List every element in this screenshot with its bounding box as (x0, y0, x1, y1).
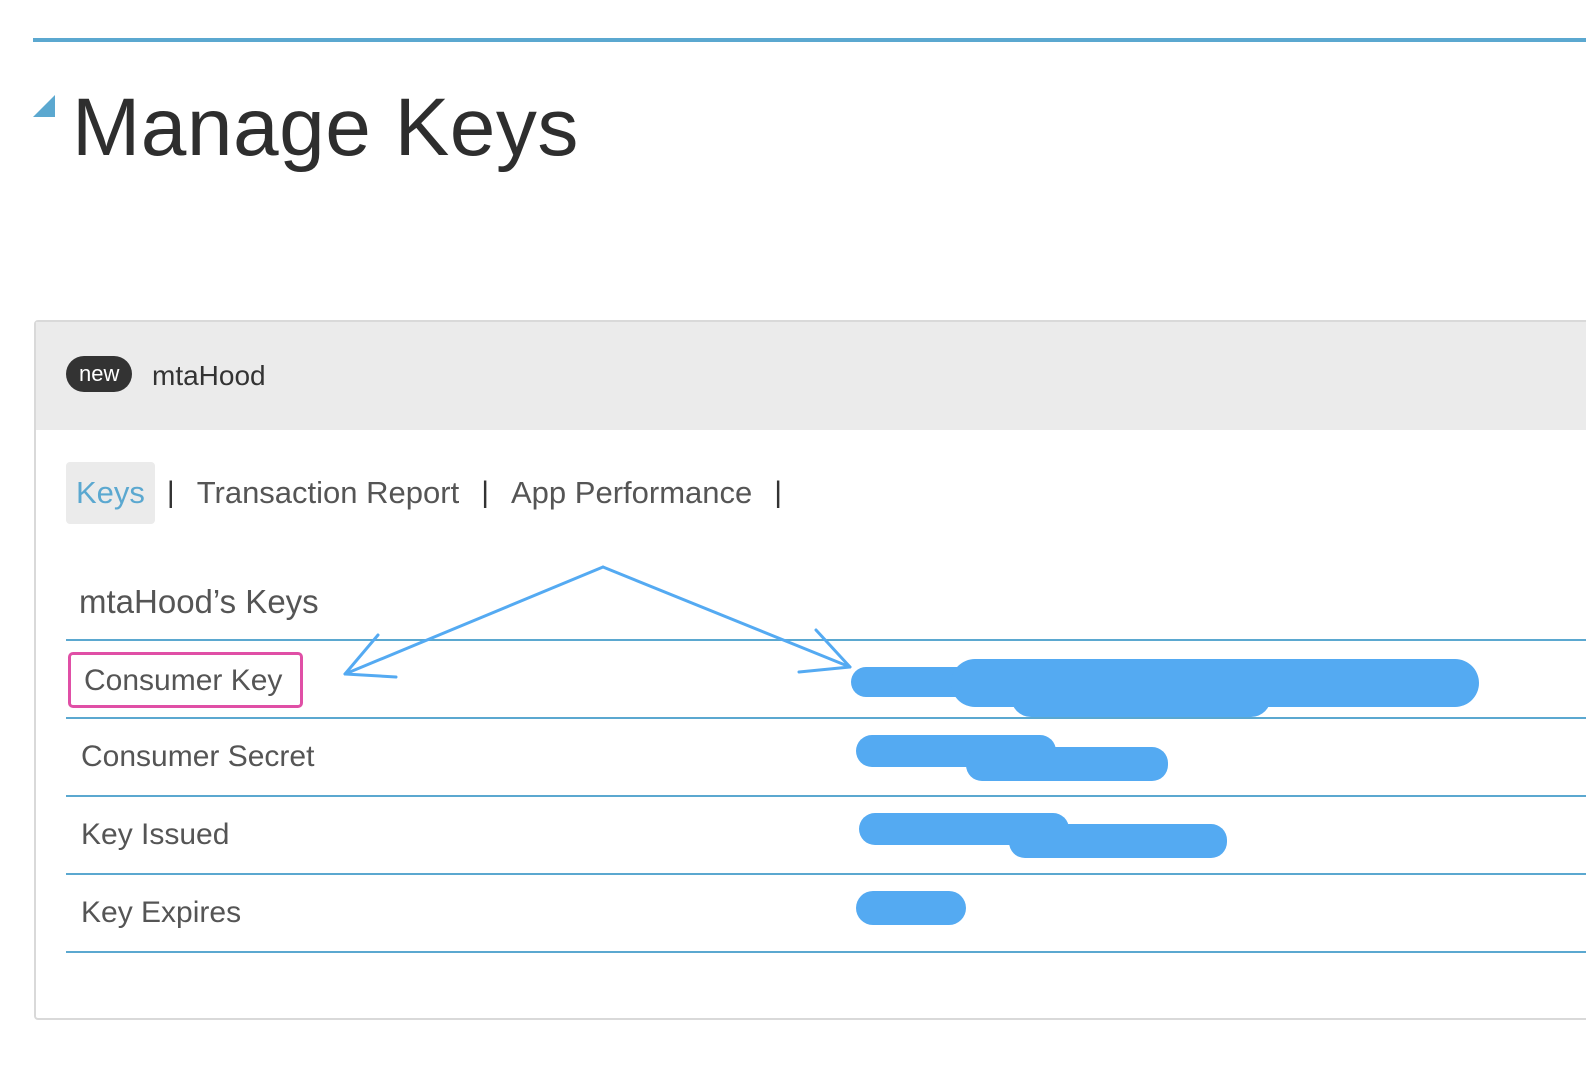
manage-keys-page: Manage Keys new mtaHood Keys | Transacti… (0, 0, 1586, 1070)
app-tabs: Keys | Transaction Report | App Performa… (66, 461, 794, 525)
tab-transaction-report[interactable]: Transaction Report (187, 462, 469, 524)
key-row-key-issued: Key Issued (66, 797, 1586, 875)
consumer-key-label: Consumer Key (68, 652, 304, 708)
consumer-secret-label: Consumer Secret (81, 740, 315, 773)
app-panel: new mtaHood Keys | Transaction Report | … (34, 320, 1586, 1020)
keys-table: mtaHood’s Keys Consumer Key Consumer Sec… (66, 565, 1586, 953)
keys-heading: mtaHood’s Keys (66, 565, 1586, 641)
key-row-key-expires: Key Expires (66, 875, 1586, 953)
top-divider (33, 38, 1586, 42)
redaction-mark (1011, 677, 1271, 717)
page-title: Manage Keys (72, 82, 579, 173)
key-row-consumer-secret: Consumer Secret (66, 719, 1586, 797)
redaction-mark (1009, 824, 1227, 858)
app-panel-header: new mtaHood (36, 322, 1586, 430)
app-name: mtaHood (152, 360, 266, 391)
tab-separator: | (166, 476, 175, 509)
key-row-consumer-key: Consumer Key (66, 641, 1586, 719)
tab-app-performance[interactable]: App Performance (501, 462, 762, 524)
tab-separator: | (481, 476, 489, 509)
key-expires-value[interactable] (856, 875, 976, 951)
title-corner-marker (33, 95, 55, 117)
new-badge: new (66, 356, 133, 392)
key-expires-label: Key Expires (81, 896, 242, 929)
key-issued-label: Key Issued (81, 818, 230, 851)
consumer-secret-value[interactable] (856, 719, 1176, 795)
consumer-key-value[interactable] (851, 641, 1491, 717)
redaction-mark (856, 891, 966, 925)
redaction-mark (966, 747, 1168, 781)
tab-separator: | (774, 476, 783, 509)
key-issued-value[interactable] (859, 797, 1239, 873)
tab-keys[interactable]: Keys (66, 462, 155, 524)
